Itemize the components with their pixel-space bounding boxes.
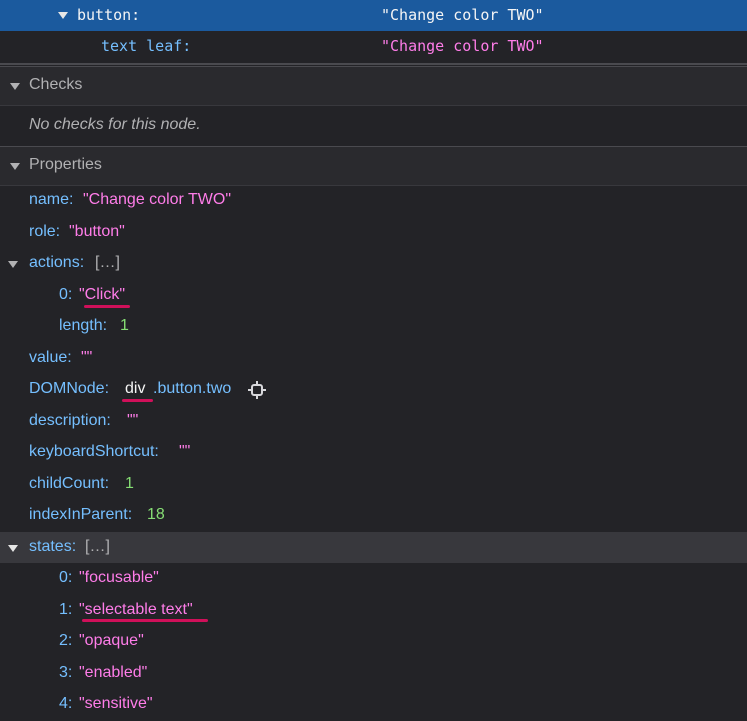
triangle-down-icon[interactable] bbox=[8, 261, 18, 268]
prop-domnode: DOMNode: div .button.two bbox=[0, 374, 747, 405]
properties-title: Properties bbox=[29, 156, 102, 173]
state-key: 0: bbox=[59, 569, 73, 586]
prop-name-key: name: bbox=[29, 191, 74, 208]
prop-role-key: role: bbox=[29, 223, 61, 240]
prop-childcount-key: childCount: bbox=[29, 475, 110, 492]
prop-childcount-value: 1 bbox=[125, 475, 134, 492]
prop-states[interactable]: states: […] bbox=[0, 532, 747, 563]
tree-button-key: button: bbox=[77, 6, 141, 24]
state-item: 1: "selectable text" bbox=[0, 595, 747, 626]
checks-empty-text: No checks for this node. bbox=[29, 116, 201, 133]
checks-title: Checks bbox=[29, 76, 83, 93]
prop-domnode-rest[interactable]: .button.two bbox=[153, 380, 231, 398]
prop-childcount: childCount: 1 bbox=[0, 469, 747, 500]
prop-states-value: […] bbox=[85, 538, 110, 555]
prop-length: length: 1 bbox=[0, 311, 747, 342]
state-key: 1: bbox=[59, 601, 73, 618]
prop-actions-key: actions: bbox=[29, 254, 85, 271]
prop-role-value: "button" bbox=[69, 223, 125, 240]
prop-value-key: value: bbox=[29, 349, 72, 366]
state-item: 4: "sensitive" bbox=[0, 689, 747, 720]
tree-text-leaf-value: "Change color TWO" bbox=[381, 37, 544, 55]
prop-index-key: indexInParent: bbox=[29, 506, 133, 523]
prop-name-value: "Change color TWO" bbox=[83, 191, 232, 208]
prop-states-key: states: bbox=[29, 538, 77, 555]
state-value: "selectable text" bbox=[79, 601, 193, 618]
state-value: "focusable" bbox=[79, 569, 159, 586]
prop-action-0-key: 0: bbox=[59, 286, 73, 303]
prop-action-0-value: "Click" bbox=[79, 286, 126, 303]
properties-section-header[interactable]: Properties bbox=[0, 146, 747, 186]
crosshair-icon[interactable] bbox=[248, 381, 266, 399]
prop-value: value: "" bbox=[0, 343, 747, 374]
prop-role: role: "button" bbox=[0, 217, 747, 248]
prop-action-0: 0: "Click" bbox=[0, 280, 747, 311]
prop-length-key: length: bbox=[59, 317, 108, 334]
prop-description-value: "" bbox=[127, 412, 139, 429]
tree-button-value: "Change color TWO" bbox=[381, 6, 544, 24]
state-item: 2: "opaque" bbox=[0, 626, 747, 657]
tree-row-button[interactable]: button: "Change color TWO" bbox=[0, 0, 747, 31]
prop-value-value: "" bbox=[81, 349, 93, 366]
state-key: 2: bbox=[59, 632, 73, 649]
state-item: 3: "enabled" bbox=[0, 658, 747, 689]
triangle-down-icon[interactable] bbox=[8, 545, 18, 552]
prop-length-value: 1 bbox=[120, 317, 129, 334]
prop-index-in-parent: indexInParent: 18 bbox=[0, 500, 747, 531]
prop-description: description: "" bbox=[0, 406, 747, 437]
prop-name: name: "Change color TWO" bbox=[0, 185, 747, 216]
highlight-underline bbox=[82, 619, 208, 622]
highlight-underline bbox=[122, 399, 153, 402]
prop-domnode-key: DOMNode: bbox=[29, 380, 110, 397]
state-value: "sensitive" bbox=[79, 695, 153, 712]
tree-text-leaf-key: text leaf: bbox=[101, 37, 192, 55]
prop-index-value: 18 bbox=[147, 506, 165, 523]
tree-row-text-leaf[interactable]: text leaf: "Change color TWO" bbox=[0, 31, 747, 62]
state-value: "enabled" bbox=[79, 664, 148, 681]
triangle-down-icon[interactable] bbox=[58, 12, 68, 19]
prop-actions[interactable]: actions: […] bbox=[0, 248, 747, 279]
highlight-underline bbox=[84, 305, 130, 308]
prop-description-key: description: bbox=[29, 412, 111, 429]
state-key: 4: bbox=[59, 695, 73, 712]
checks-section-header[interactable]: Checks bbox=[0, 66, 747, 106]
prop-actions-value: […] bbox=[95, 254, 120, 271]
prop-shortcut-key: keyboardShortcut: bbox=[29, 443, 159, 460]
prop-shortcut-value: "" bbox=[179, 443, 191, 460]
state-key: 3: bbox=[59, 664, 73, 681]
triangle-down-icon bbox=[10, 163, 20, 170]
splitter[interactable] bbox=[0, 63, 747, 65]
state-value: "opaque" bbox=[79, 632, 144, 649]
prop-domnode-tag[interactable]: div bbox=[125, 380, 145, 398]
triangle-down-icon bbox=[10, 83, 20, 90]
prop-keyboard-shortcut: keyboardShortcut: "" bbox=[0, 437, 747, 468]
state-item: 0: "focusable" bbox=[0, 563, 747, 594]
